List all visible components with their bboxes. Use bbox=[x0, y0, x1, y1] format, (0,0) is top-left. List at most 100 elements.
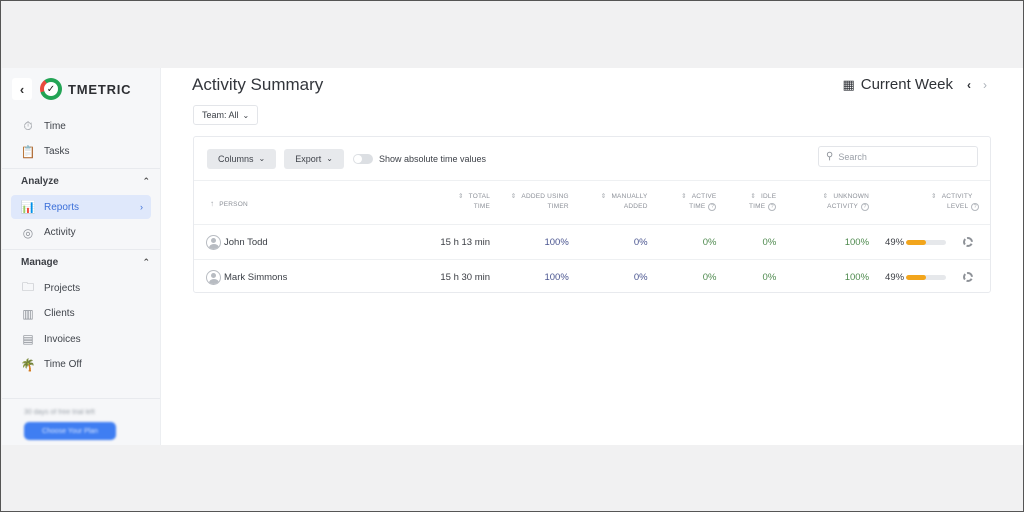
active-time-cell: 0% bbox=[647, 259, 717, 295]
column-header-activity-level[interactable]: ⇕ Activity Level? bbox=[869, 180, 990, 225]
export-label: Export bbox=[295, 153, 322, 164]
section-manage-toggle[interactable]: Manage ⌃ bbox=[2, 248, 160, 275]
section-analyze-toggle[interactable]: Analyze ⌃ bbox=[2, 167, 160, 194]
unknown-activity-cell: 100% bbox=[776, 259, 870, 295]
sidebar-item-label: Activity bbox=[44, 227, 76, 238]
chevron-down-icon: ⌄ bbox=[258, 154, 266, 163]
sidebar-item-invoices[interactable]: ▤ Invoices bbox=[11, 327, 151, 351]
trial-box: 30 days of free trial left Choose Your P… bbox=[2, 398, 160, 440]
active-time-cell: 0% bbox=[647, 224, 717, 260]
idle-time-cell: 0% bbox=[716, 224, 777, 260]
columns-label: Columns bbox=[218, 153, 254, 164]
idle-time-cell: 0% bbox=[716, 259, 777, 295]
app-window: ‹ ✓ TMETRIC ⏱ Time 📋 Tasks Analyze ⌃ 📊 R… bbox=[2, 68, 1023, 445]
column-header-person[interactable]: ↑ Person bbox=[194, 180, 441, 225]
section-title: Manage bbox=[21, 256, 59, 268]
person-name[interactable]: John Todd bbox=[224, 237, 268, 248]
bar-chart-icon: 📊 bbox=[20, 200, 36, 214]
sidebar-item-clients[interactable]: ▥ Clients bbox=[11, 302, 151, 326]
person-name[interactable]: Mark Simmons bbox=[224, 272, 287, 283]
column-header-label: Active bbox=[691, 193, 717, 200]
export-button[interactable]: Export ⌄ bbox=[284, 148, 344, 169]
sidebar-item-tasks[interactable]: 📋 Tasks bbox=[11, 140, 151, 164]
help-icon[interactable]: ? bbox=[768, 203, 777, 211]
folder-icon: 🗀 bbox=[21, 279, 34, 294]
period-selector: ▦ Current Week ‹ › bbox=[842, 76, 987, 93]
column-header-total-time[interactable]: ⇕ Total Time bbox=[440, 180, 491, 225]
column-header-idle-time[interactable]: ⇕ Idle Time? bbox=[716, 180, 777, 225]
total-time-cell: 15 h 13 min bbox=[440, 224, 491, 260]
table-row[interactable]: John Todd 15 h 13 min 100% 0% 0% 0% 100%… bbox=[194, 224, 990, 260]
person-cell: John Todd bbox=[194, 224, 441, 260]
brand-header: ‹ ✓ TMETRIC bbox=[2, 70, 160, 108]
loading-icon bbox=[963, 272, 973, 283]
sort-icon: ⇕ bbox=[510, 193, 517, 200]
search-icon: ⚲ bbox=[826, 151, 834, 162]
column-header-label: Activity bbox=[941, 193, 973, 200]
column-header-label: Added bbox=[623, 203, 648, 210]
avatar bbox=[206, 234, 221, 250]
column-header-timer[interactable]: ⇕ Added using Timer bbox=[490, 180, 569, 225]
sidebar: ‹ ✓ TMETRIC ⏱ Time 📋 Tasks Analyze ⌃ 📊 R… bbox=[2, 68, 161, 445]
help-icon[interactable]: ? bbox=[708, 203, 717, 211]
choose-plan-button[interactable]: Choose Your Plan bbox=[24, 422, 116, 440]
sidebar-item-label: Projects bbox=[44, 282, 81, 294]
sort-icon: ⇕ bbox=[681, 193, 687, 200]
sort-icon: ⇕ bbox=[931, 193, 937, 200]
table-row[interactable]: Mark Simmons 15 h 30 min 100% 0% 0% 0% 1… bbox=[194, 259, 990, 295]
team-filter-dropdown[interactable]: Team: All ⌄ bbox=[193, 105, 259, 125]
stopwatch-icon: ⏱ bbox=[23, 118, 33, 133]
activity-level-value: 49% bbox=[885, 236, 905, 248]
column-header-label: Level bbox=[947, 203, 969, 210]
help-icon[interactable]: ? bbox=[971, 203, 980, 211]
period-label[interactable]: Current Week bbox=[861, 76, 953, 93]
absolute-time-toggle[interactable] bbox=[352, 153, 373, 164]
column-header-label: Time bbox=[689, 203, 706, 210]
column-header-manual[interactable]: ⇕ Manually Added bbox=[568, 180, 648, 225]
column-header-active-time[interactable]: ⇕ Active Time? bbox=[647, 180, 717, 225]
sidebar-item-label: Reports bbox=[44, 201, 80, 213]
sidebar-item-projects[interactable]: 🗀 Projects bbox=[11, 276, 151, 300]
previous-period-button[interactable]: ‹ bbox=[967, 78, 971, 92]
column-header-unknown-activity[interactable]: ⇕ Unknown Activity? bbox=[776, 180, 870, 225]
columns-button[interactable]: Columns ⌄ bbox=[207, 148, 277, 169]
activity-level-cell: 49% bbox=[869, 259, 990, 295]
chevron-down-icon: ⌄ bbox=[242, 110, 250, 120]
column-header-label: Total bbox=[468, 193, 491, 200]
main-content: Activity Summary ▦ Current Week ‹ › Team… bbox=[161, 68, 1023, 445]
sidebar-item-time-off[interactable]: 🌴 Time Off bbox=[11, 353, 151, 377]
search-placeholder: Search bbox=[838, 151, 867, 162]
column-header-label: Unknown bbox=[833, 193, 870, 200]
column-header-label: Time bbox=[473, 203, 491, 210]
loading-icon bbox=[963, 237, 973, 247]
sidebar-item-label: Time bbox=[44, 120, 66, 132]
column-header-label: Activity bbox=[827, 203, 859, 210]
manual-cell: 0% bbox=[568, 224, 648, 260]
help-icon[interactable]: ? bbox=[861, 203, 870, 211]
team-filter-label: Team: All bbox=[202, 110, 239, 120]
report-toolbar: Columns ⌄ Export ⌄ Show absolute time va… bbox=[194, 137, 990, 180]
timer-cell: 100% bbox=[490, 224, 569, 260]
sidebar-item-time[interactable]: ⏱ Time bbox=[11, 114, 151, 138]
sort-asc-icon: ↑ bbox=[210, 199, 215, 208]
report-panel: Columns ⌄ Export ⌄ Show absolute time va… bbox=[193, 136, 991, 295]
sort-icon: ⇕ bbox=[750, 193, 756, 200]
sidebar-item-label: Clients bbox=[44, 308, 75, 319]
page-title: Activity Summary bbox=[192, 75, 324, 94]
activity-icon: ◎ bbox=[22, 225, 34, 240]
avatar bbox=[206, 269, 221, 285]
search-input[interactable]: ⚲ Search bbox=[818, 146, 978, 167]
column-header-label: Manually bbox=[611, 193, 648, 200]
calendar-icon: ▦ bbox=[842, 76, 855, 92]
activity-table: ↑ Person ⇕ Total Time ⇕ Added using Timer ⇕… bbox=[194, 180, 990, 295]
sidebar-item-label: Time Off bbox=[44, 359, 82, 370]
section-title: Analyze bbox=[21, 175, 59, 187]
sidebar-item-activity[interactable]: ◎ Activity bbox=[11, 221, 151, 245]
sidebar-item-reports[interactable]: 📊 Reports › bbox=[11, 195, 151, 219]
unknown-activity-cell: 100% bbox=[776, 224, 870, 260]
next-period-button[interactable]: › bbox=[983, 78, 987, 92]
collapse-sidebar-button[interactable]: ‹ bbox=[12, 78, 32, 100]
column-header-label: Timer bbox=[547, 203, 569, 210]
activity-level-bar-fill bbox=[906, 239, 926, 245]
chevron-down-icon: ⌄ bbox=[326, 154, 333, 163]
